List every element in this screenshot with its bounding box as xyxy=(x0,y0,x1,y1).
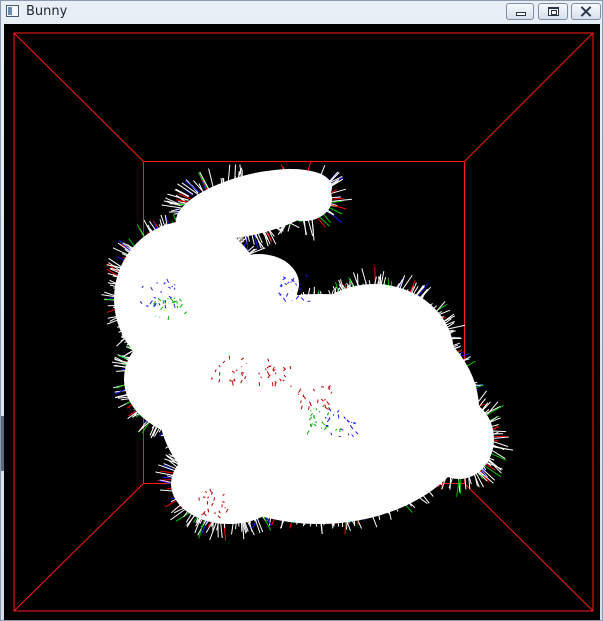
color-speckle xyxy=(156,282,158,284)
color-speckle xyxy=(351,421,353,423)
color-speckle xyxy=(299,287,302,291)
color-speckle xyxy=(308,406,310,411)
close-button[interactable] xyxy=(571,3,601,20)
window-title: Bunny xyxy=(26,4,68,19)
bunny-cheek xyxy=(124,319,284,439)
color-speckle xyxy=(173,303,176,306)
color-speckle xyxy=(202,496,206,498)
box-edge-top-right xyxy=(464,32,594,162)
color-speckle xyxy=(328,417,331,420)
color-speckle xyxy=(332,414,335,416)
bunny-front-foot xyxy=(171,444,287,524)
close-icon xyxy=(580,5,593,18)
color-speckle xyxy=(153,297,157,299)
fur-strand xyxy=(175,199,188,203)
bunny-ear-tip xyxy=(276,177,332,221)
scene-canvas xyxy=(13,32,594,612)
box-edge-top-left xyxy=(13,32,144,162)
color-speckle xyxy=(241,372,245,374)
color-speckle xyxy=(164,300,167,304)
box-edge-bottom-right xyxy=(464,483,594,612)
box-edge-bottom-left xyxy=(13,483,144,612)
minimize-button[interactable] xyxy=(506,3,534,20)
window-edge-tab xyxy=(1,416,4,471)
fur-strand xyxy=(311,216,315,241)
maximize-button[interactable] xyxy=(538,3,568,20)
bunny-tail xyxy=(424,399,494,479)
color-speckle xyxy=(164,304,167,309)
color-speckle xyxy=(211,377,213,381)
color-speckle xyxy=(167,298,169,300)
color-speckle xyxy=(320,427,323,429)
color-speckle xyxy=(274,372,277,375)
color-speckle xyxy=(167,316,170,321)
application-window: Bunny xyxy=(0,0,603,621)
color-speckle xyxy=(289,365,292,370)
color-speckle xyxy=(305,274,308,278)
color-speckle xyxy=(297,393,300,396)
minimize-icon xyxy=(516,12,526,16)
color-speckle xyxy=(224,507,226,509)
color-speckle xyxy=(173,284,176,286)
color-speckle xyxy=(299,283,302,286)
app-window-icon[interactable] xyxy=(6,5,19,17)
color-speckle xyxy=(232,381,234,386)
color-speckle xyxy=(309,410,312,412)
bunny-neck xyxy=(219,254,299,314)
color-speckle xyxy=(317,399,319,404)
fur-strand xyxy=(171,208,181,212)
bunny-model xyxy=(101,160,514,541)
restore-icon xyxy=(548,7,559,16)
render-viewport[interactable] xyxy=(4,24,600,620)
color-speckle xyxy=(207,508,210,513)
title-bar[interactable]: Bunny xyxy=(1,1,602,23)
color-speckle xyxy=(173,297,176,300)
